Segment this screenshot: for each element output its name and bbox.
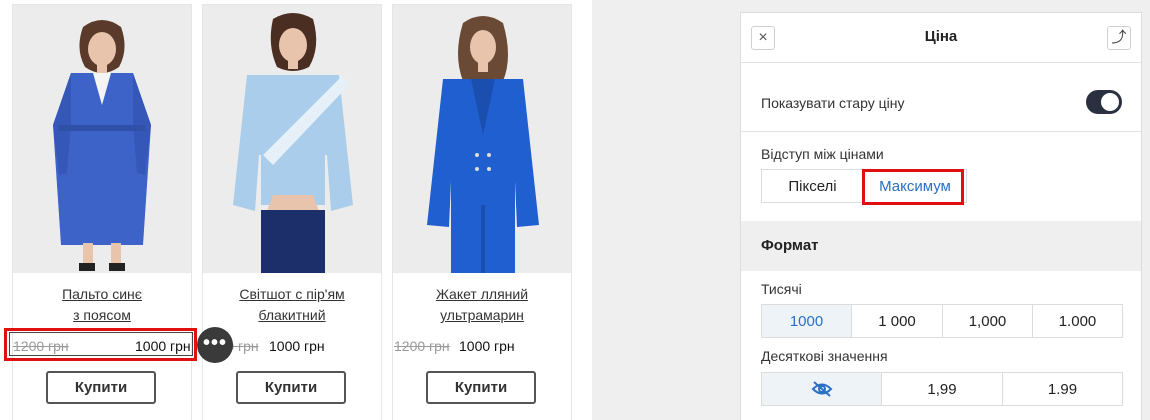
thousands-option[interactable]: 1 000 [852,305,943,337]
format-section-header: Формат [741,221,1141,271]
thousands-option[interactable]: 1000 [762,305,852,337]
format-title: Формат [761,237,819,254]
spacing-label: Відступ між цінами [761,146,884,162]
show-old-price-toggle[interactable] [1086,90,1122,114]
product-title-line[interactable]: Світшот с пір'ям [239,286,344,302]
buy-button[interactable]: Купити [46,371,156,404]
hidden-eye-icon [811,381,832,397]
decimals-segmented-control: 1,99 1.99 [761,372,1123,406]
buy-button[interactable]: Купити [236,371,346,404]
more-options-button[interactable]: ••• [197,327,233,363]
product-title-line[interactable]: Жакет лляний [436,286,528,302]
decimals-label: Десяткові значення [761,348,888,364]
panel-title: Ціна [924,28,958,45]
current-price: 1000 грн [459,338,515,354]
product-title[interactable]: Світшот с пір'ям блакитний [203,284,381,326]
old-price: 1200 грн [394,338,450,354]
spacing-option-pixels[interactable]: Пікселі [762,170,864,202]
page: Пальто синє з поясом 1200 грн 1000 грн К… [0,0,1150,420]
product-image[interactable] [13,5,191,273]
divider [741,131,1141,132]
product-title-line[interactable]: блакитний [258,307,325,323]
thousands-label: Тисячі [761,281,802,297]
toggle-knob [1101,93,1119,111]
decimals-option-hidden[interactable] [762,373,882,405]
thousands-option[interactable]: 1.000 [1033,305,1122,337]
price-settings-panel: × Ціна ⤴ Показувати стару ціну Відступ м… [740,12,1142,420]
product-title-line[interactable]: ультрамарин [440,307,524,323]
show-old-price-label: Показувати стару ціну [761,95,905,111]
product-image[interactable] [393,5,571,273]
product-grid: Пальто синє з поясом 1200 грн 1000 грн К… [0,0,592,420]
price-highlight-box [4,328,197,361]
product-card: Світшот с пір'ям блакитний 1200 грн 1000… [202,4,382,420]
panel-header: × Ціна ⤴ [741,13,1141,63]
decimals-option[interactable]: 1.99 [1003,373,1122,405]
product-image[interactable] [203,5,381,273]
price-row: 1200 грн 1000 грн [393,335,571,359]
product-title[interactable]: Пальто синє з поясом [13,284,191,326]
decimals-option[interactable]: 1,99 [882,373,1003,405]
thousands-segmented-control: 1000 1 000 1,000 1.000 [761,304,1123,338]
buy-button[interactable]: Купити [426,371,536,404]
thousands-option[interactable]: 1,000 [943,305,1033,337]
product-card: Жакет лляний ультрамарин 1200 грн 1000 г… [392,4,572,420]
product-title[interactable]: Жакет лляний ультрамарин [393,284,571,326]
current-price: 1000 грн [269,338,325,354]
product-title-line[interactable]: Пальто синє [62,286,142,302]
product-title-line[interactable]: з поясом [73,307,131,323]
back-arrow-icon[interactable]: ⤴ [1107,26,1131,50]
maximum-option-highlight-box [862,169,964,205]
